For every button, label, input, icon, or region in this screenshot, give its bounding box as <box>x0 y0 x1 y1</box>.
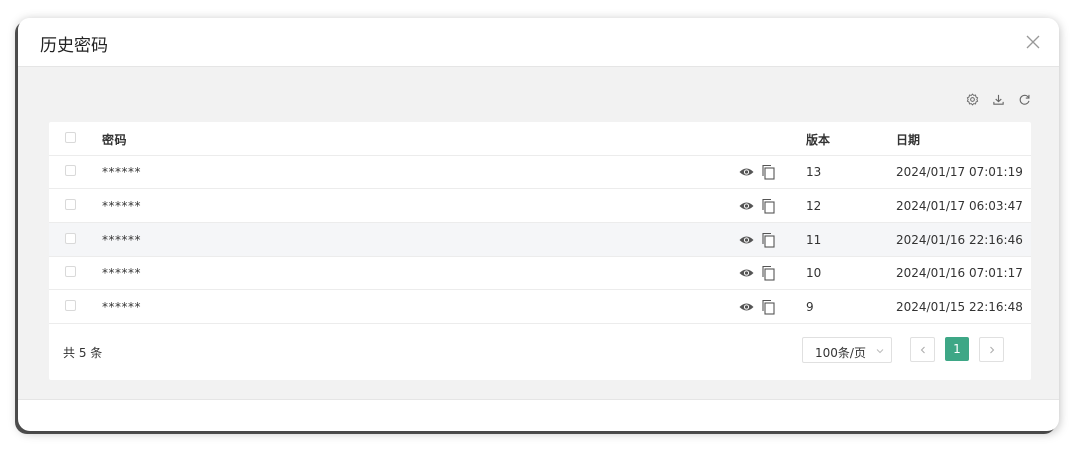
chevron-down-icon <box>875 345 885 355</box>
column-header-version: 版本 <box>806 133 831 147</box>
version-cell: 12 <box>806 199 822 213</box>
next-page-button[interactable] <box>979 337 1004 362</box>
version-cell: 13 <box>806 165 822 179</box>
current-page-button[interactable]: 1 <box>945 337 969 361</box>
close-icon[interactable] <box>1025 34 1041 50</box>
password-cell: ****** <box>102 233 141 247</box>
version-cell: 10 <box>806 266 822 280</box>
table-header-row: 密码 版本 日期 <box>49 122 1031 156</box>
row-checkbox[interactable] <box>65 233 76 244</box>
refresh-icon[interactable] <box>1017 92 1031 106</box>
page-size-select[interactable]: 100条/页 <box>802 337 892 363</box>
page-size-value: 100条/页 <box>815 346 866 360</box>
date-cell: 2024/01/17 07:01:19 <box>896 165 1023 179</box>
copy-icon[interactable] <box>761 198 776 214</box>
chevron-left-icon <box>920 346 925 353</box>
password-cell: ****** <box>102 165 141 179</box>
copy-icon[interactable] <box>761 265 776 281</box>
total-count: 共 5 条 <box>63 346 103 360</box>
column-header-password: 密码 <box>102 133 128 147</box>
table-row: ****** 10 2024/01/16 07:01:17 <box>49 256 1031 290</box>
row-checkbox[interactable] <box>65 266 76 277</box>
password-cell: ****** <box>102 266 141 280</box>
version-cell: 11 <box>806 233 822 247</box>
date-cell: 2024/01/16 22:16:46 <box>896 233 1023 247</box>
version-cell: 9 <box>806 300 814 314</box>
dialog-body: 密码 版本 日期 ****** 13 2024/01/17 07:01:19 *… <box>18 67 1059 400</box>
table-row: ****** 13 2024/01/17 07:01:19 <box>49 155 1031 189</box>
date-cell: 2024/01/16 07:01:17 <box>896 266 1023 280</box>
password-history-table: 密码 版本 日期 ****** 13 2024/01/17 07:01:19 *… <box>49 122 1031 380</box>
table-row: ****** 11 2024/01/16 22:16:46 <box>49 223 1031 257</box>
password-cell: ****** <box>102 300 141 314</box>
row-checkbox[interactable] <box>65 199 76 210</box>
select-all-checkbox[interactable] <box>65 132 76 143</box>
eye-icon[interactable] <box>739 301 754 313</box>
eye-icon[interactable] <box>739 234 754 246</box>
table-toolbar <box>965 92 1031 106</box>
chevron-right-icon <box>989 346 994 353</box>
prev-page-button[interactable] <box>910 337 935 362</box>
eye-icon[interactable] <box>739 200 754 212</box>
date-cell: 2024/01/15 22:16:48 <box>896 300 1023 314</box>
dialog-header: 历史密码 <box>18 18 1059 67</box>
eye-icon[interactable] <box>739 166 754 178</box>
row-checkbox[interactable] <box>65 165 76 176</box>
date-cell: 2024/01/17 06:03:47 <box>896 199 1023 213</box>
table-row: ****** 12 2024/01/17 06:03:47 <box>49 189 1031 223</box>
table-row: ****** 9 2024/01/15 22:16:48 <box>49 290 1031 324</box>
copy-icon[interactable] <box>761 232 776 248</box>
row-checkbox[interactable] <box>65 300 76 311</box>
copy-icon[interactable] <box>761 164 776 180</box>
copy-icon[interactable] <box>761 299 776 315</box>
password-cell: ****** <box>102 199 141 213</box>
settings-icon[interactable] <box>965 92 979 106</box>
history-password-dialog: 历史密码 密码 版本 日期 ****** 13 2024/01/17 07:01… <box>18 18 1059 431</box>
download-icon[interactable] <box>991 92 1005 106</box>
column-header-date: 日期 <box>896 133 921 147</box>
dialog-title: 历史密码 <box>40 36 108 56</box>
eye-icon[interactable] <box>739 267 754 279</box>
